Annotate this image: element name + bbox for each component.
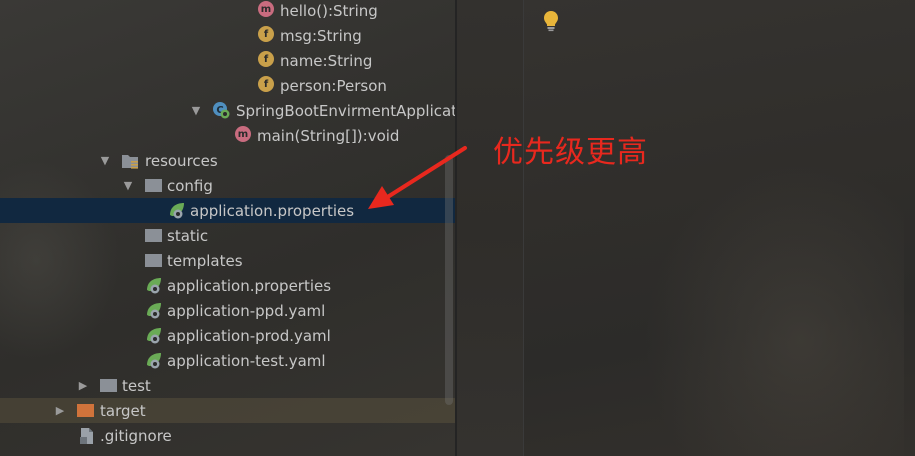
method-icon: m: [235, 126, 251, 142]
chevron-right-icon[interactable]: ▶: [53, 403, 67, 417]
folder-icon: [145, 229, 162, 242]
tree-row-field-person[interactable]: f person:Person: [0, 73, 455, 98]
tree-item-label: msg:String: [280, 26, 362, 45]
folder-icon: [100, 379, 117, 392]
spring-yaml-icon: [147, 303, 161, 319]
tree-row-target[interactable]: ▶ target: [0, 398, 455, 423]
field-icon: f: [258, 26, 274, 42]
lightbulb-icon[interactable]: [542, 10, 560, 32]
spring-properties-icon: [170, 203, 184, 219]
field-icon: f: [258, 51, 274, 67]
tree-item-label: templates: [167, 251, 243, 270]
tree-item-label: static: [167, 226, 209, 245]
tree-item-label: config: [167, 176, 213, 195]
resources-folder-icon: [122, 155, 138, 169]
tree-item-label: resources: [145, 151, 218, 170]
editor-gutter: [457, 0, 523, 456]
tree-item-label: person:Person: [280, 76, 387, 95]
tree-item-label: application.properties: [167, 276, 332, 295]
field-icon: f: [258, 76, 274, 92]
tree-row-method-hello[interactable]: m hello():String: [0, 0, 455, 23]
tree-row-application-prod-yaml[interactable]: application-prod.yaml: [0, 323, 455, 348]
tree-row-gitignore[interactable]: .gitignore: [0, 423, 455, 448]
tree-row-application-properties[interactable]: application.properties: [0, 273, 455, 298]
tree-item-label: target: [100, 401, 146, 420]
tree-item-label: application.properties: [190, 201, 355, 220]
editor-area[interactable]: [524, 0, 915, 456]
spring-class-icon: C: [213, 102, 230, 119]
tree-row-application-ppd-yaml[interactable]: application-ppd.yaml: [0, 298, 455, 323]
annotation-text: 优先级更高: [493, 135, 648, 170]
spring-yaml-icon: [147, 328, 161, 344]
tree-row-config-application-properties[interactable]: application.properties: [0, 198, 455, 223]
excluded-folder-icon: [77, 404, 94, 417]
tree-row-field-name[interactable]: f name:String: [0, 48, 455, 73]
chevron-down-icon[interactable]: ▼: [121, 178, 135, 192]
tree-item-label: test: [122, 376, 151, 395]
project-tree-scrollbar[interactable]: [445, 155, 453, 405]
tree-item-label: main(String[]):void: [257, 126, 400, 145]
chevron-down-icon[interactable]: ▼: [189, 103, 203, 117]
chevron-down-icon[interactable]: ▼: [98, 153, 112, 167]
tree-row-static[interactable]: static: [0, 223, 455, 248]
folder-icon: [145, 179, 162, 192]
spring-properties-icon: [147, 278, 161, 294]
tree-item-label: application-test.yaml: [167, 351, 326, 370]
spring-yaml-icon: [147, 353, 161, 369]
tree-row-test[interactable]: ▶ test: [0, 373, 455, 398]
tree-row-spring-application-class[interactable]: ▼ C SpringBootEnvirmentApplicati: [0, 98, 455, 123]
method-icon: m: [258, 1, 274, 17]
project-tree-panel: m hello():String f msg:String f name:Str…: [0, 0, 455, 456]
tree-row-field-msg[interactable]: f msg:String: [0, 23, 455, 48]
tree-row-templates[interactable]: templates: [0, 248, 455, 273]
tree-row-resources[interactable]: ▼ resources: [0, 148, 455, 173]
chevron-right-icon[interactable]: ▶: [76, 378, 90, 392]
tree-item-label: hello():String: [280, 1, 378, 20]
tree-item-label: name:String: [280, 51, 373, 70]
tree-row-application-test-yaml[interactable]: application-test.yaml: [0, 348, 455, 373]
tree-row-config[interactable]: ▼ config: [0, 173, 455, 198]
tree-item-label: .gitignore: [100, 426, 172, 445]
tree-row-method-main[interactable]: m main(String[]):void: [0, 123, 455, 148]
gitignore-icon: [80, 428, 93, 444]
folder-icon: [145, 254, 162, 267]
tree-item-label: application-prod.yaml: [167, 326, 331, 345]
tree-item-label: application-ppd.yaml: [167, 301, 326, 320]
tree-item-label: SpringBootEnvirmentApplicati: [236, 101, 455, 120]
